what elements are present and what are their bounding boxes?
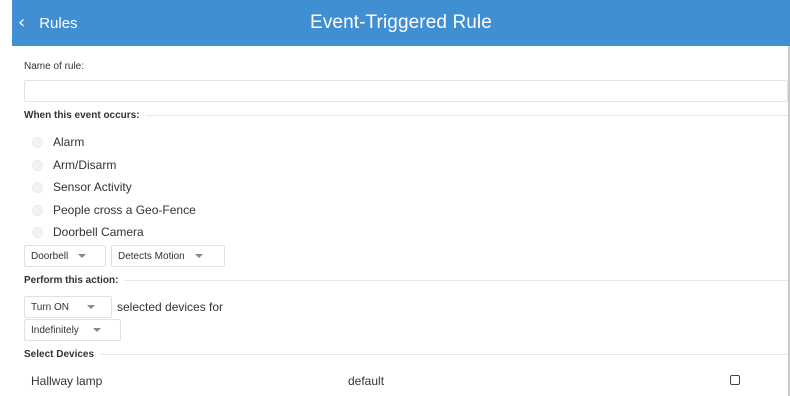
action-select-value: Turn ON [31, 301, 69, 313]
left-edge-strip [0, 0, 12, 396]
radio-button[interactable] [32, 226, 43, 238]
action-connector-text: selected devices for [117, 300, 224, 314]
event-option-geo-fence[interactable]: People cross a Geo-Fence [32, 203, 196, 217]
radio-button[interactable] [32, 181, 43, 193]
duration-select-value: Indefinitely [31, 324, 79, 336]
device-mode: default [348, 374, 385, 388]
camera-select-value: Doorbell [31, 250, 69, 262]
rule-name-label: Name of rule: [24, 61, 85, 72]
camera-select[interactable]: Doorbell [24, 245, 106, 267]
device-row: Hallway lamp default [24, 369, 788, 391]
back-button-label: Rules [39, 14, 78, 32]
action-section-title: Perform this action: [24, 275, 119, 286]
page-title: Event-Triggered Rule [310, 12, 492, 33]
duration-select[interactable]: Indefinitely [24, 319, 121, 341]
caret-down-icon [194, 254, 203, 258]
event-option-label: Sensor Activity [53, 180, 132, 194]
event-option-doorbell-camera[interactable]: Doorbell Camera [32, 225, 144, 239]
chevron-left-icon: ‹ [18, 12, 26, 33]
event-option-sensor-activity[interactable]: Sensor Activity [32, 180, 132, 194]
event-option-label: People cross a Geo-Fence [53, 203, 196, 217]
event-section-title: When this event occurs: [24, 110, 140, 121]
event-option-alarm[interactable]: Alarm [32, 135, 84, 149]
event-section-header: When this event occurs: [24, 110, 788, 121]
caret-down-icon [78, 254, 87, 258]
device-checkbox[interactable] [730, 375, 740, 385]
section-divider [100, 354, 788, 355]
event-option-label: Arm/Disarm [53, 158, 117, 172]
section-divider [145, 115, 788, 116]
radio-button[interactable] [32, 136, 43, 148]
radio-button[interactable] [32, 159, 43, 171]
event-option-arm-disarm[interactable]: Arm/Disarm [32, 158, 116, 172]
top-app-bar: ‹ Rules Event-Triggered Rule [12, 0, 790, 46]
action-section-header: Perform this action: [24, 275, 788, 286]
caret-down-icon [92, 328, 101, 332]
action-select[interactable]: Turn ON [24, 296, 112, 318]
devices-section-header: Select Devices [24, 349, 788, 360]
event-option-label: Alarm [53, 135, 85, 149]
back-button[interactable]: ‹ Rules [18, 0, 86, 46]
trigger-select[interactable]: Detects Motion [111, 245, 225, 267]
event-option-label: Doorbell Camera [53, 225, 144, 239]
radio-button[interactable] [32, 204, 43, 216]
caret-down-icon [86, 305, 95, 309]
section-divider [124, 280, 788, 281]
trigger-select-value: Detects Motion [118, 250, 185, 262]
devices-section-title: Select Devices [24, 349, 95, 360]
device-name: Hallway lamp [31, 374, 103, 388]
rule-name-input[interactable] [24, 80, 788, 102]
